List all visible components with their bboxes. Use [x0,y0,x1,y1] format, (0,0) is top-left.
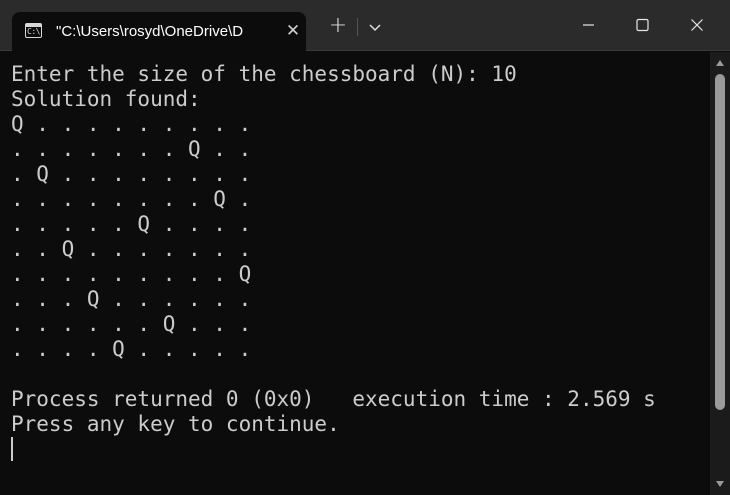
close-icon [691,19,703,31]
dropdown-button[interactable] [362,16,388,38]
tab-title: "C:\Users\rosyd\OneDrive\D [56,23,244,40]
board-row: . . . . . . . Q . . [11,137,252,161]
board-row: Q . . . . . . . . . [11,112,252,136]
minimize-icon [583,24,594,26]
maximize-icon [636,18,649,32]
text-cursor [11,437,13,461]
scroll-up-arrow-icon[interactable] [714,58,726,68]
new-tab-button[interactable]: + [324,14,352,38]
close-window-button[interactable] [674,10,720,40]
board-row: . . . . . Q . . . . [11,212,252,236]
board-row: . Q . . . . . . . . [11,162,252,186]
console-line: Solution found: [11,87,201,111]
scrollbar-thumb[interactable] [715,74,725,410]
board-row: . . . . . . . . Q . [11,187,252,211]
minimize-button[interactable] [565,10,611,40]
terminal-icon: C:\ [25,23,42,38]
tab-divider [357,18,358,36]
console-output[interactable]: Enter the size of the chessboard (N): 10… [0,52,710,495]
chevron-down-icon [369,24,381,32]
console-line: Process returned 0 (0x0) execution time … [11,387,656,411]
maximize-button[interactable] [619,10,665,40]
scroll-down-arrow-icon[interactable] [714,479,726,489]
vertical-scrollbar[interactable] [710,52,730,495]
board-row: . . . Q . . . . . . [11,287,252,311]
board-row: . . . . . . Q . . . [11,312,252,336]
board-row: . . Q . . . . . . . [11,237,252,261]
title-bar: C:\ "C:\Users\rosyd\OneDrive\D ✕ + [0,0,730,51]
board-row: . . . . Q . . . . . [11,337,252,361]
close-tab-button[interactable]: ✕ [284,21,302,41]
terminal-tab[interactable]: C:\ "C:\Users\rosyd\OneDrive\D ✕ [12,12,306,51]
console-line: Press any key to continue. [11,412,340,436]
console-line: Enter the size of the chessboard (N): 10 [11,62,517,86]
board-row: . . . . . . . . . Q [11,262,252,286]
